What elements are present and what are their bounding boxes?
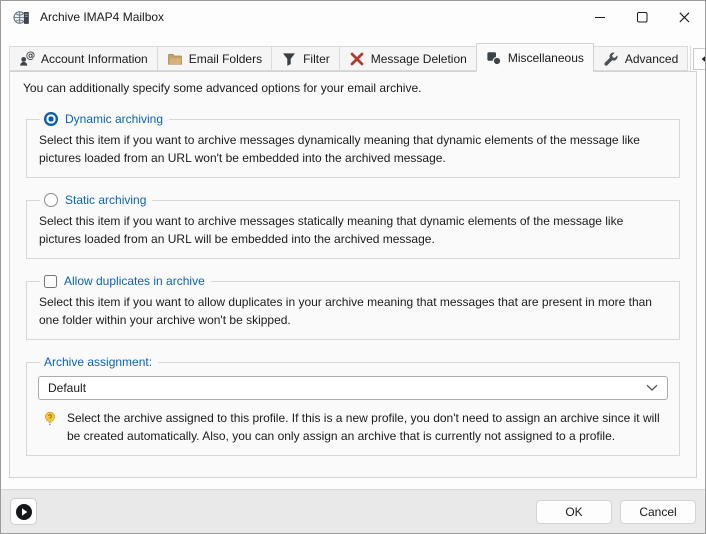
tab-label: Message Deletion [371, 52, 467, 66]
arrow-left-icon [700, 55, 706, 63]
group-static-archiving: Static archiving Select this item if you… [26, 193, 680, 259]
title-bar: Archive IMAP4 Mailbox [1, 1, 705, 33]
allow-duplicates-description: Select this item if you want to allow du… [39, 293, 667, 329]
cancel-button[interactable]: Cancel [620, 500, 696, 524]
tab-email-folders[interactable]: Email Folders [157, 46, 272, 71]
user-at-icon: @ [19, 51, 35, 67]
tab-message-deletion[interactable]: Message Deletion [339, 46, 477, 71]
maximize-button[interactable] [621, 1, 663, 33]
dialog-archive-imap4-mailbox: Archive IMAP4 Mailbox @ Account Info [0, 0, 706, 534]
tab-strip: @ Account Information Email Folders [1, 33, 705, 71]
group-allow-duplicates: Allow duplicates in archive Select this … [26, 274, 680, 340]
archive-assignment-label: Archive assignment: [44, 355, 152, 369]
window-title: Archive IMAP4 Mailbox [40, 10, 164, 24]
static-archiving-description: Select this item if you want to archive … [39, 212, 667, 248]
maximize-icon [637, 12, 648, 23]
ok-button[interactable]: OK [536, 500, 612, 524]
tab-partial-hidden[interactable] [690, 46, 691, 71]
tab-advanced[interactable]: Advanced [593, 46, 688, 71]
lightbulb-icon [42, 411, 58, 445]
window-controls [579, 1, 705, 33]
allow-duplicates-label[interactable]: Allow duplicates in archive [64, 274, 205, 288]
run-profile-button[interactable] [10, 498, 37, 525]
dynamic-archiving-description: Select this item if you want to archive … [39, 131, 667, 167]
tab-label: Filter [303, 52, 330, 66]
group-dynamic-archiving: Dynamic archiving Select this item if yo… [26, 112, 680, 178]
tab-account-information[interactable]: @ Account Information [9, 46, 158, 71]
folder-icon [167, 51, 183, 67]
archive-assignment-select[interactable]: Default [38, 376, 668, 400]
group-archive-assignment: Archive assignment: Default Select [26, 355, 680, 456]
tab-label: Email Folders [189, 52, 262, 66]
red-x-icon [349, 51, 365, 67]
minimize-button[interactable] [579, 1, 621, 33]
chevron-down-icon [646, 384, 658, 392]
tab-label: Advanced [625, 52, 678, 66]
tab-page-miscellaneous: You can additionally specify some advanc… [9, 71, 697, 478]
close-icon [679, 12, 690, 23]
tab-miscellaneous[interactable]: Miscellaneous [476, 43, 594, 72]
shapes-icon [486, 50, 502, 66]
tab-scrollers [693, 48, 706, 70]
globe-server-icon [13, 8, 31, 26]
tab-scroll-left-button[interactable] [693, 48, 706, 70]
footer-bar: OK Cancel [1, 489, 705, 533]
allow-duplicates-checkbox[interactable] [44, 275, 57, 288]
archive-assignment-value: Default [48, 381, 86, 395]
svg-text:@: @ [26, 51, 35, 62]
static-archiving-radio[interactable] [44, 193, 58, 207]
intro-text: You can additionally specify some advanc… [23, 80, 685, 97]
close-button[interactable] [663, 1, 705, 33]
tab-filter[interactable]: Filter [271, 46, 340, 71]
archive-assignment-hint-text: Select the archive assigned to this prof… [67, 409, 666, 445]
tab-label: Miscellaneous [508, 51, 584, 65]
tab-label: Account Information [41, 52, 148, 66]
wrench-icon [603, 51, 619, 67]
archive-assignment-hint: Select the archive assigned to this prof… [42, 409, 666, 445]
dynamic-archiving-label[interactable]: Dynamic archiving [65, 112, 163, 126]
filter-funnel-icon [281, 51, 297, 67]
minimize-icon [595, 12, 606, 23]
play-icon [15, 503, 33, 521]
dynamic-archiving-radio[interactable] [44, 112, 58, 126]
static-archiving-label[interactable]: Static archiving [65, 193, 146, 207]
